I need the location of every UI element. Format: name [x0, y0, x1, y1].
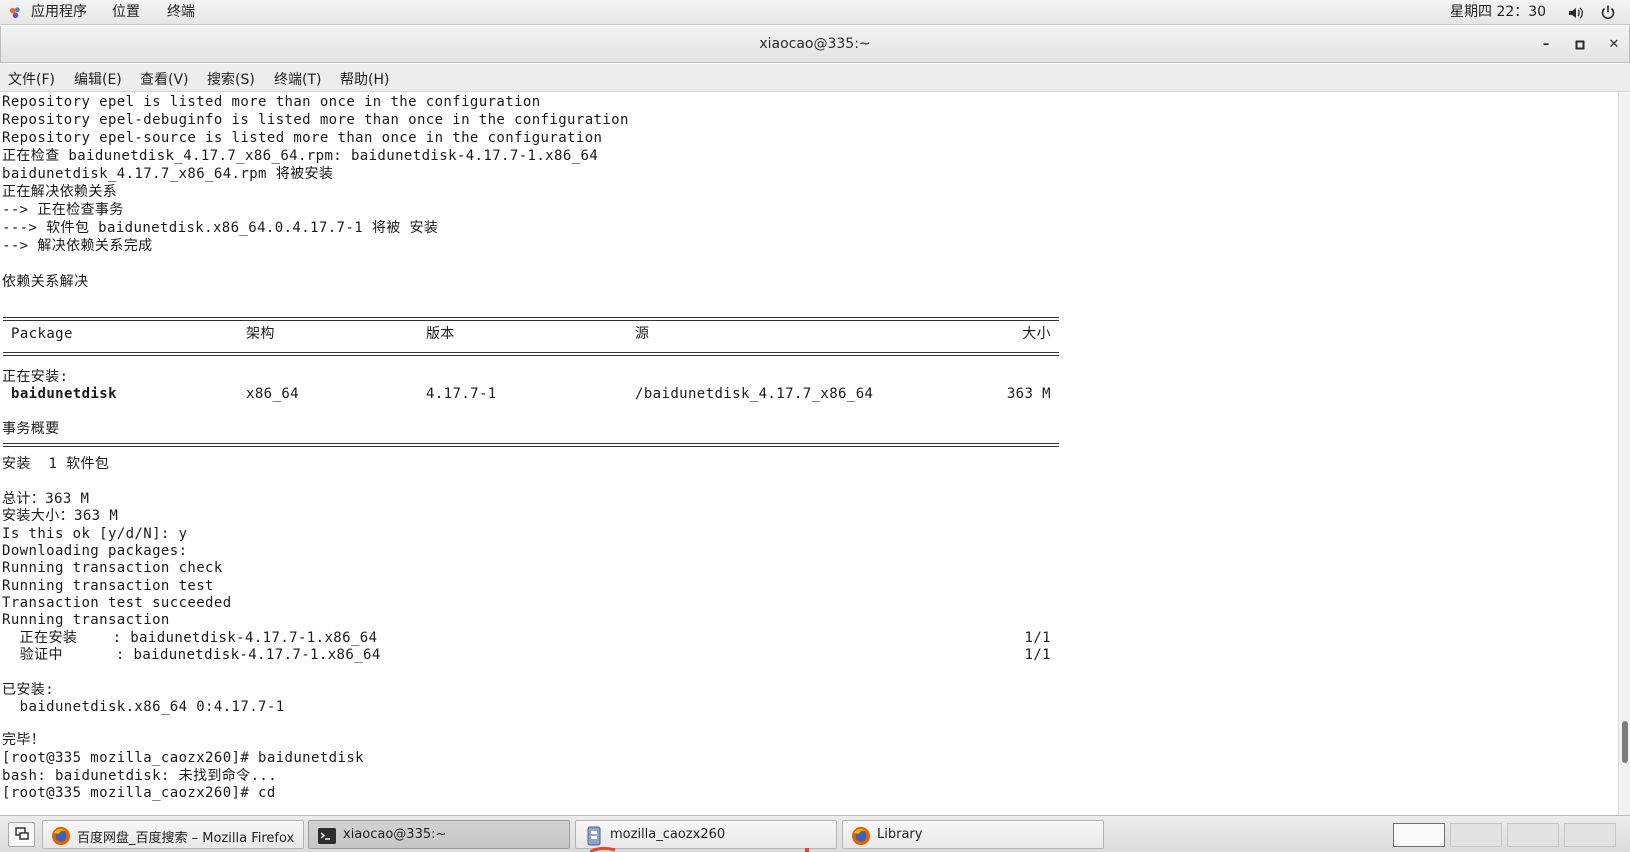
installing-label: 正在安装: [2, 369, 69, 385]
show-desktop-button[interactable] [8, 822, 35, 847]
stray-red-mark [590, 847, 809, 852]
summary-label: 事务概要 [2, 421, 60, 437]
terminal-line: bash: baidunetdisk: 未找到命令... [2, 768, 278, 784]
terminal-line: Running transaction check [2, 560, 223, 576]
table-header-repo: 源 [635, 326, 650, 342]
package-name: baidunetdisk [11, 386, 117, 402]
power-icon[interactable] [1600, 4, 1616, 20]
table-rule-mid [3, 352, 1059, 356]
terminal-line: [root@335 mozilla_caozx260]# baidunetdis… [2, 750, 364, 766]
window-list-icon [15, 827, 29, 840]
applications-menu[interactable]: 应用程序 [31, 3, 87, 22]
menu-search[interactable]: 搜索(S) [207, 69, 255, 89]
table-rule-top [3, 317, 1059, 321]
window-title: xiaocao@335:~ [759, 36, 871, 52]
terminal-output[interactable]: Repository epel is listed more than once… [1, 93, 1618, 815]
terminal-line: Running transaction [2, 612, 170, 628]
firefox-icon [852, 827, 870, 845]
progress-count: 1/1 [1024, 647, 1051, 663]
scrollbar-thumb[interactable] [1622, 721, 1628, 763]
task-terminal[interactable]: xiaocao@335:~ [308, 820, 570, 849]
gnome-top-bar: 应用程序 位置 终端 星期四 22：30 [0, 0, 1630, 25]
table-header-size: 大小 [1022, 326, 1051, 342]
terminal-line: baidunetdisk_4.17.7_x86_64.rpm 将被安装 [2, 166, 334, 182]
window-title-bar[interactable]: xiaocao@335:~ – ✕ [0, 26, 1630, 63]
package-version: 4.17.7-1 [426, 386, 497, 402]
table-rule-bottom [3, 443, 1059, 447]
workspace-3[interactable] [1507, 823, 1559, 847]
maximize-icon[interactable] [1570, 35, 1590, 55]
menu-help[interactable]: 帮助(H) [340, 69, 389, 89]
workspace-4[interactable] [1564, 823, 1616, 847]
terminal-line: 依赖关系解决 [2, 274, 89, 290]
task-firefox-baidu[interactable]: 百度网盘_百度搜索 – Mozilla Firefox [42, 820, 304, 849]
clock[interactable]: 星期四 22：30 [1450, 3, 1546, 22]
terminal-icon [318, 828, 336, 844]
task-label: mozilla_caozx260 [610, 827, 726, 842]
terminal-line: Running transaction test [2, 578, 214, 594]
terminal-line: 正在解决依赖关系 [2, 184, 118, 200]
minimize-icon[interactable]: – [1536, 35, 1556, 55]
package-size: 363 M [1006, 386, 1051, 402]
table-header-version: 版本 [426, 326, 455, 342]
terminal-line: 总计：363 M [2, 491, 90, 507]
task-label: 百度网盘_百度搜索 – Mozilla Firefox [77, 831, 295, 846]
progress-count: 1/1 [1024, 630, 1051, 646]
terminal-line: 安装 1 软件包 [2, 456, 110, 472]
terminal-line: Repository epel-debuginfo is listed more… [2, 112, 629, 128]
menu-view[interactable]: 查看(V) [140, 69, 189, 89]
places-menu[interactable]: 位置 [112, 3, 140, 22]
menu-edit[interactable]: 编辑(E) [74, 69, 122, 89]
progress-line: 验证中 : baidunetdisk-4.17.7-1.x86_64 [2, 647, 381, 663]
package-repo: /baidunetdisk_4.17.7_x86_64 [635, 386, 874, 402]
task-file-manager[interactable]: mozilla_caozx260 [575, 820, 837, 849]
terminal-line: baidunetdisk.x86_64 0:4.17.7-1 [2, 699, 285, 715]
terminal-prompt-line[interactable]: [root@335 mozilla_caozx260]# cd [2, 784, 276, 802]
terminal-line: ---> 软件包 baidunetdisk.x86_64.0.4.17.7-1 … [2, 220, 439, 236]
menu-file[interactable]: 文件(F) [8, 69, 55, 89]
terminal-line: 安装大小：363 M [2, 508, 119, 524]
terminal-menu-bar: 文件(F) 编辑(E) 查看(V) 搜索(S) 终端(T) 帮助(H) [0, 64, 1630, 92]
table-header-arch: 架构 [246, 326, 275, 342]
terminal-line: 完毕！ [2, 732, 46, 748]
terminal-line: Repository epel is listed more than once… [2, 94, 541, 110]
firefox-icon [52, 827, 70, 845]
volume-icon[interactable] [1568, 5, 1584, 21]
terminal-line: Is this ok [y/d/N]: y [2, 526, 188, 542]
task-label: Library [877, 827, 923, 842]
task-firefox-library[interactable]: Library [842, 820, 1104, 849]
terminal-line: --> 正在检查事务 [2, 202, 124, 218]
terminal-line: Transaction test succeeded [2, 595, 232, 611]
terminal-line: 正在检查 baidunetdisk_4.17.7_x86_64.rpm: bai… [2, 148, 599, 164]
workspace-2[interactable] [1450, 823, 1502, 847]
workspace-1[interactable] [1393, 823, 1445, 847]
task-label: xiaocao@335:~ [343, 827, 447, 842]
terminal-line: Downloading packages: [2, 543, 188, 559]
apps-icon[interactable] [8, 5, 23, 20]
table-header-package: Package [11, 326, 73, 342]
terminal-line: Repository epel-source is listed more th… [2, 130, 603, 146]
close-icon[interactable]: ✕ [1604, 35, 1624, 55]
package-arch: x86_64 [246, 386, 299, 402]
progress-line: 正在安装 : baidunetdisk-4.17.7-1.x86_64 [2, 630, 378, 646]
terminal-app-menu[interactable]: 终端 [167, 3, 195, 22]
terminal-line: --> 解决依赖关系完成 [2, 238, 153, 254]
menu-terminal[interactable]: 终端(T) [274, 69, 321, 89]
terminal-scrollbar[interactable] [1618, 93, 1630, 815]
file-manager-icon [587, 826, 601, 846]
terminal-line: 已安装: [2, 682, 55, 698]
